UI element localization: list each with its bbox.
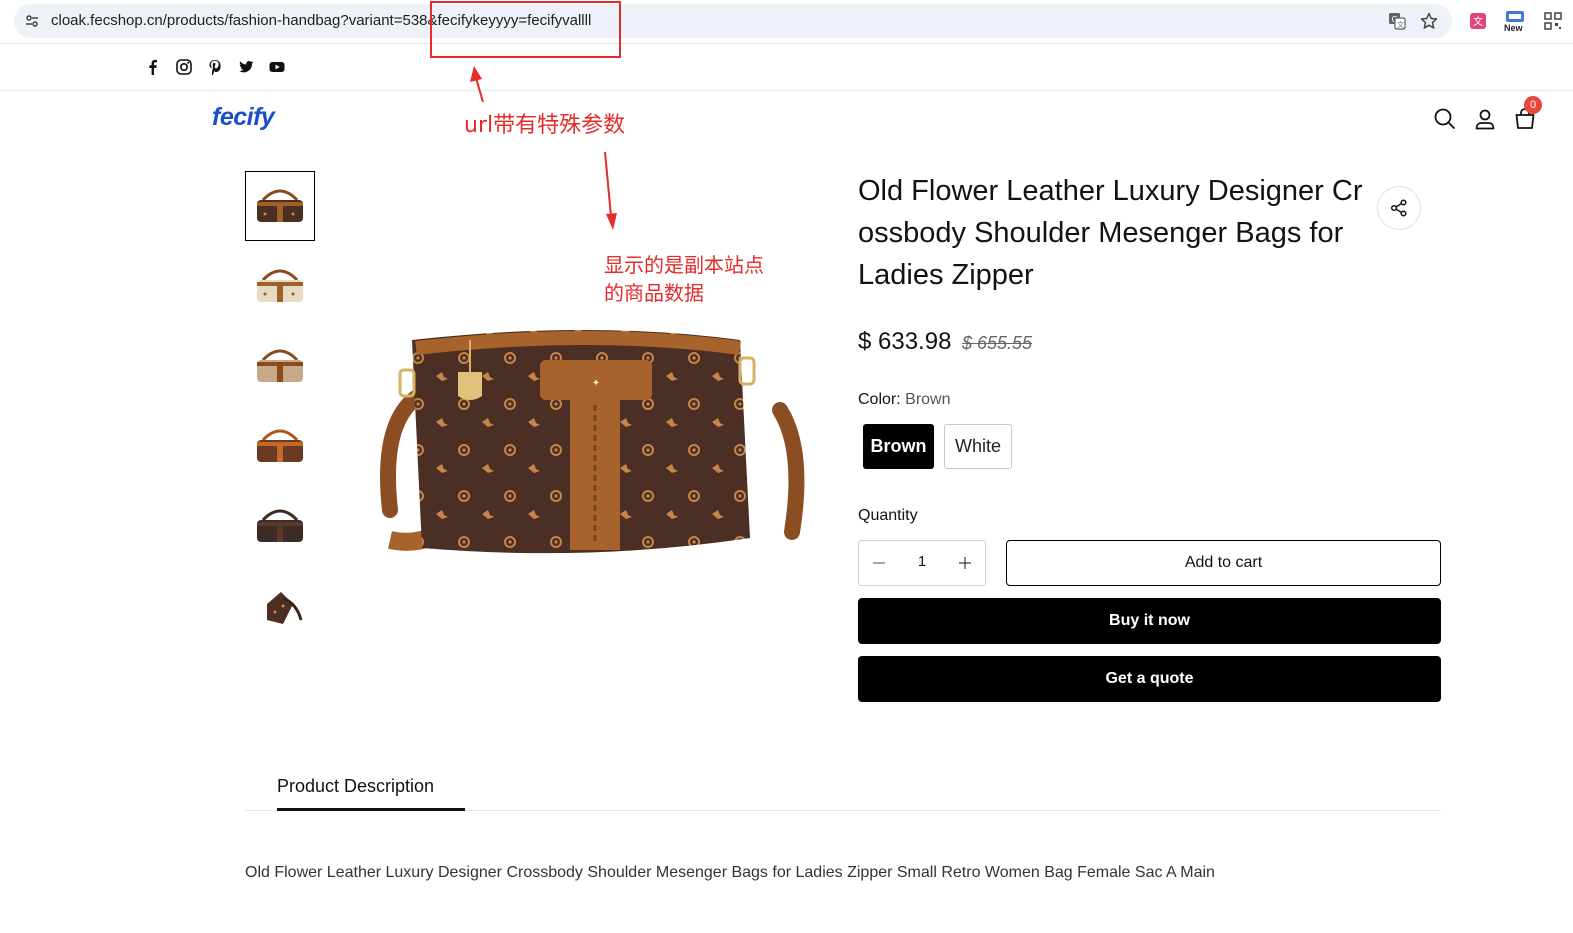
get-quote-button[interactable]: Get a quote <box>858 656 1441 702</box>
sale-price: $ 633.98 <box>858 328 952 355</box>
browser-toolbar: cloak.fecshop.cn/products/fashion-handba… <box>0 0 1573 44</box>
address-bar[interactable]: cloak.fecshop.cn/products/fashion-handba… <box>14 4 1452 38</box>
product-title: Old Flower Leather Luxury Designer Cross… <box>858 175 1363 291</box>
product-description-text: Old Flower Leather Luxury Designer Cross… <box>245 864 1215 881</box>
instagram-icon[interactable] <box>175 58 193 76</box>
svg-text:✦: ✦ <box>592 378 600 389</box>
annotation-note-data: 显示的是副本站点 的商品数据 <box>604 251 764 307</box>
color-option-white[interactable]: White <box>944 424 1012 469</box>
handbag-thumbnail-image <box>257 349 303 382</box>
facebook-icon[interactable] <box>144 58 162 76</box>
product-main-image[interactable]: ✦ <box>360 300 810 590</box>
handbag-thumbnail-image <box>257 509 303 542</box>
quantity-label: Quantity <box>858 507 918 524</box>
minus-icon <box>873 562 885 564</box>
annotation-note-line-2: 的商品数据 <box>604 281 704 305</box>
quantity-input[interactable]: 1 <box>903 553 941 570</box>
extension-translate-icon[interactable]: 文 <box>1468 10 1490 32</box>
twitter-icon[interactable] <box>237 58 255 76</box>
extension-qr-icon[interactable] <box>1542 10 1564 32</box>
social-bar <box>0 45 1573 91</box>
color-option-label: Color: Brown <box>858 391 951 409</box>
svg-text:文: 文 <box>1397 20 1404 29</box>
quantity-decrease-button[interactable] <box>869 553 889 573</box>
handbag-thumbnail-image <box>257 269 303 302</box>
site-info-icon[interactable] <box>24 13 40 29</box>
share-icon <box>1390 199 1407 217</box>
bookmark-star-icon[interactable] <box>1420 12 1438 30</box>
annotation-note-url: url带有特殊参数 <box>464 113 626 138</box>
annotation-highlight-box <box>430 1 621 58</box>
handbag-thumbnail-image <box>267 592 303 624</box>
thumbnail-3[interactable] <box>245 331 315 401</box>
buy-now-button[interactable]: Buy it now <box>858 598 1441 644</box>
thumbnail-5[interactable] <box>245 491 315 561</box>
compare-price: $ 655.55 <box>962 333 1033 353</box>
handbag-thumbnail-image <box>257 429 303 462</box>
brand-logo[interactable]: fecify <box>212 103 275 132</box>
search-icon[interactable] <box>1432 106 1458 132</box>
thumbnail-2[interactable] <box>245 251 315 321</box>
quantity-increase-button[interactable] <box>955 553 975 573</box>
annotation-note-line-1: 显示的是副本站点 <box>604 253 764 277</box>
quantity-stepper: 1 <box>858 540 986 586</box>
handbag-thumbnail-image <box>257 189 303 222</box>
thumbnail-4[interactable] <box>245 411 315 481</box>
pinterest-icon[interactable] <box>206 58 224 76</box>
tab-product-description[interactable]: Product Description <box>277 776 434 797</box>
account-icon[interactable] <box>1472 106 1498 132</box>
active-tab-indicator <box>277 808 465 811</box>
extension-new-label: New <box>1504 23 1523 33</box>
color-label-text: Color: <box>858 391 901 408</box>
share-button[interactable] <box>1377 186 1421 230</box>
color-selected-value: Brown <box>905 391 951 408</box>
plus-icon <box>959 557 971 569</box>
svg-text:文: 文 <box>1473 15 1483 28</box>
color-option-brown[interactable]: Brown <box>863 424 934 469</box>
thumbnail-1[interactable] <box>245 171 315 241</box>
thumbnail-6[interactable] <box>245 571 315 641</box>
translate-icon[interactable]: G 文 <box>1388 12 1406 30</box>
cart-count-badge: 0 <box>1524 96 1542 114</box>
youtube-icon[interactable] <box>268 58 286 76</box>
add-to-cart-button[interactable]: Add to cart <box>1006 540 1441 586</box>
extension-new-icon[interactable]: New <box>1503 10 1527 36</box>
annotation-arrow-down <box>604 151 617 230</box>
